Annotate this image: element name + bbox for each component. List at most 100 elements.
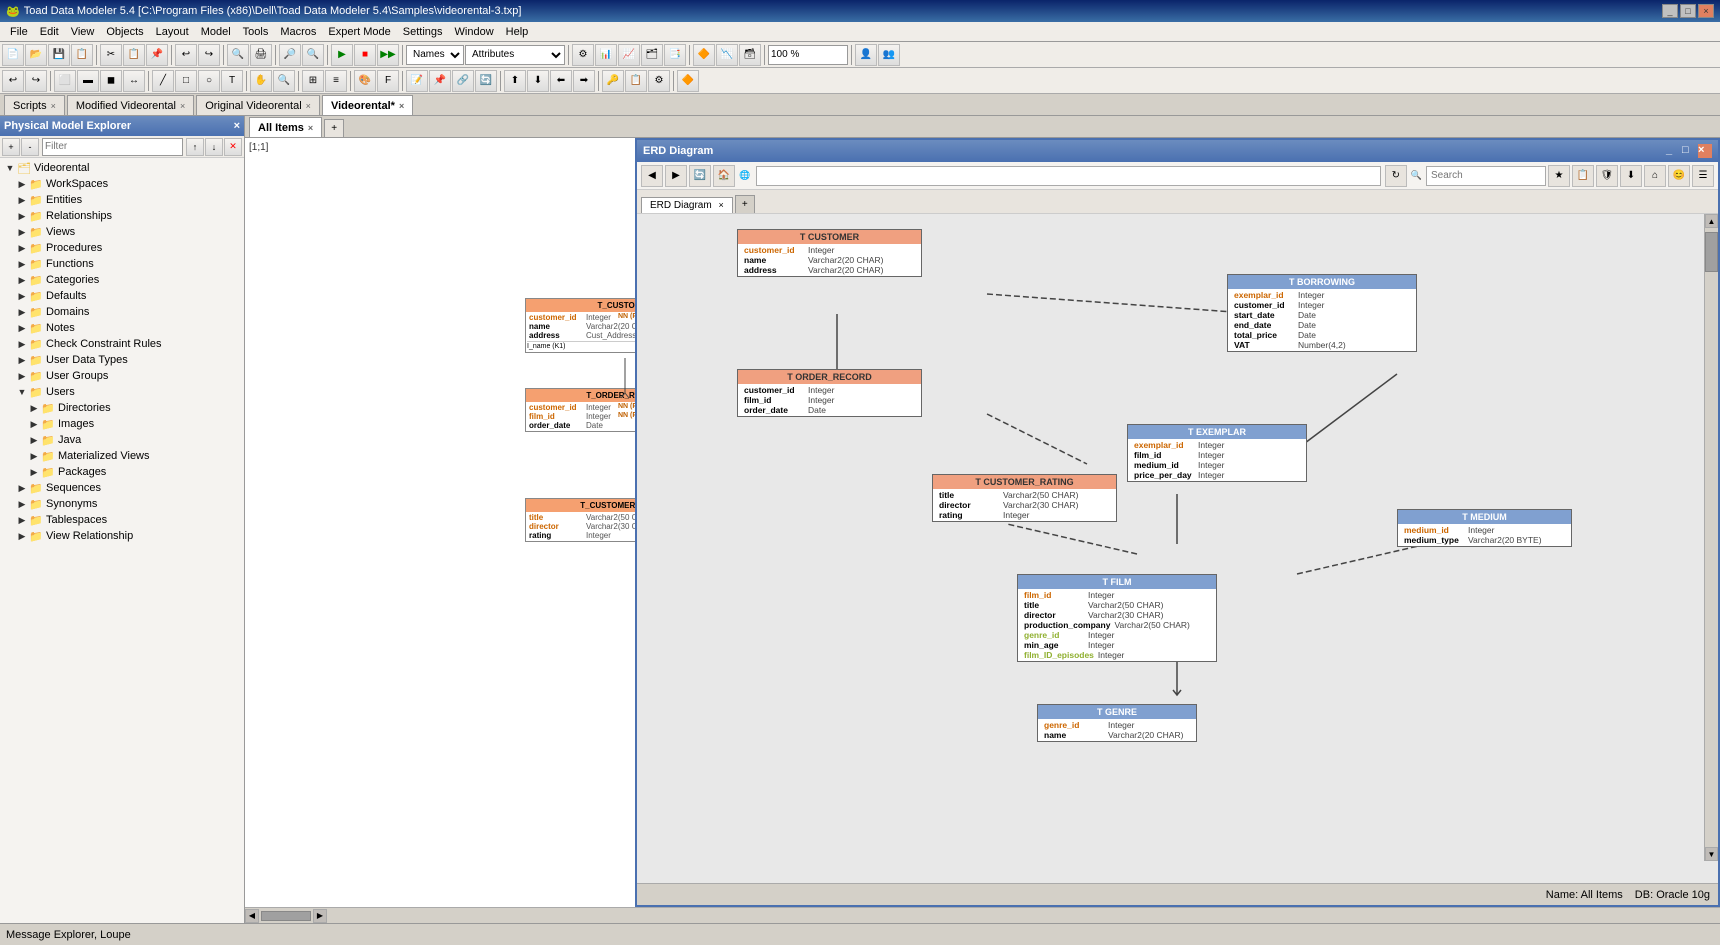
tb-b3[interactable]: 🗂: [641, 44, 663, 66]
tree-item-views[interactable]: ▶ 📁 Views: [0, 224, 244, 240]
tb-find[interactable]: 🔍: [227, 44, 249, 66]
tb-b4[interactable]: 📑: [664, 44, 686, 66]
erd-tab-add[interactable]: +: [735, 195, 755, 213]
tb2-select[interactable]: ⬜: [54, 70, 76, 92]
tb2-text[interactable]: T: [221, 70, 243, 92]
tb2-more3[interactable]: 🔄: [475, 70, 497, 92]
tree-item-users[interactable]: ▼ 📁 Users: [0, 384, 244, 400]
tab-original[interactable]: Original Videorental ×: [196, 95, 320, 115]
tb-new[interactable]: 📄: [2, 44, 24, 66]
panel-sort-desc[interactable]: ↓: [205, 138, 223, 156]
erd-window-controls[interactable]: _ □ ×: [1666, 144, 1712, 158]
tb-b6[interactable]: 📉: [716, 44, 738, 66]
minimize-button[interactable]: _: [1662, 4, 1678, 18]
erd-nav-refresh[interactable]: 🔄: [689, 165, 711, 187]
tree-item-defaults[interactable]: ▶ 📁 Defaults: [0, 288, 244, 304]
erd-maximize-btn[interactable]: □: [1682, 144, 1696, 158]
tree-item-check-constraint[interactable]: ▶ 📁 Check Constraint Rules: [0, 336, 244, 352]
tb-paste[interactable]: 📌: [146, 44, 168, 66]
menu-layout[interactable]: Layout: [150, 24, 195, 40]
diagram-tab-allitems[interactable]: All Items ×: [249, 117, 322, 137]
erd-download[interactable]: ⬇: [1620, 165, 1642, 187]
tree-toggle-tablespaces[interactable]: ▶: [16, 515, 28, 526]
tb-zoom-in[interactable]: 🔎: [279, 44, 301, 66]
canvas-hscrollbar[interactable]: ◀ ▶: [245, 907, 1720, 923]
menu-help[interactable]: Help: [500, 24, 535, 40]
erd-url-go[interactable]: ↻: [1385, 165, 1407, 187]
tab-original-close[interactable]: ×: [306, 101, 311, 111]
tree-item-tablespaces[interactable]: ▶ 📁 Tablespaces: [0, 512, 244, 528]
tree-item-domains[interactable]: ▶ 📁 Domains: [0, 304, 244, 320]
tree-toggle-user-data-types[interactable]: ▶: [16, 355, 28, 366]
tb2-more10[interactable]: ⚙: [648, 70, 670, 92]
tab-modified[interactable]: Modified Videorental ×: [67, 95, 194, 115]
tab-videorental-close[interactable]: ×: [399, 101, 404, 111]
tb-user2[interactable]: 👥: [878, 44, 900, 66]
tb-stop[interactable]: ■: [354, 44, 376, 66]
erd-scroll-up[interactable]: ▲: [1705, 214, 1718, 228]
panel-sort-asc[interactable]: ↑: [186, 138, 204, 156]
tree-toggle-materialized-views[interactable]: ▶: [28, 451, 40, 462]
tab-modified-close[interactable]: ×: [180, 101, 185, 111]
tb2-more8[interactable]: 🔑: [602, 70, 624, 92]
tree-item-synonyms[interactable]: ▶ 📁 Synonyms: [0, 496, 244, 512]
panel-clear-btn[interactable]: ✕: [224, 138, 242, 156]
tb2-more7[interactable]: ➡: [573, 70, 595, 92]
erd-bookmark-list[interactable]: 📋: [1572, 165, 1594, 187]
tree-toggle-java[interactable]: ▶: [28, 435, 40, 446]
erd-user-icon[interactable]: 😊: [1668, 165, 1690, 187]
tb-run[interactable]: ▶: [331, 44, 353, 66]
tree-item-notes[interactable]: ▶ 📁 Notes: [0, 320, 244, 336]
tb2-b2[interactable]: ↪: [25, 70, 47, 92]
tree-item-images[interactable]: ▶ 📁 Images: [0, 416, 244, 432]
tree-toggle-domains[interactable]: ▶: [16, 307, 28, 318]
tb-zoom-out[interactable]: 🔍: [302, 44, 324, 66]
tb2-rel[interactable]: ↔: [123, 70, 145, 92]
panel-collapse-btn[interactable]: -: [21, 138, 39, 156]
menu-window[interactable]: Window: [449, 24, 500, 40]
tree-item-packages[interactable]: ▶ 📁 Packages: [0, 464, 244, 480]
tree-item-workspaces[interactable]: ▶ 📁 WorkSpaces: [0, 176, 244, 192]
tb2-grid[interactable]: ⊞: [302, 70, 324, 92]
tree-item-sequences[interactable]: ▶ 📁 Sequences: [0, 480, 244, 496]
tree-toggle-defaults[interactable]: ▶: [16, 291, 28, 302]
erd-menu-btn[interactable]: ☰: [1692, 165, 1714, 187]
tb-copy[interactable]: 📋: [123, 44, 145, 66]
menu-expertmode[interactable]: Expert Mode: [322, 24, 396, 40]
tree-toggle-synonyms[interactable]: ▶: [16, 499, 28, 510]
menu-edit[interactable]: Edit: [34, 24, 65, 40]
erd-tab-diagram[interactable]: ERD Diagram ×: [641, 197, 733, 213]
tree-item-user-data-types[interactable]: ▶ 📁 User Data Types: [0, 352, 244, 368]
tree-toggle-relationships[interactable]: ▶: [16, 211, 28, 222]
tree-toggle-entities[interactable]: ▶: [16, 195, 28, 206]
panel-close-button[interactable]: ×: [234, 120, 240, 132]
tb2-ellipse[interactable]: ○: [198, 70, 220, 92]
erd-vscrollbar[interactable]: ▲ ▼: [1704, 214, 1718, 861]
tb2-more11[interactable]: 🔶: [677, 70, 699, 92]
tb2-more2[interactable]: 🔗: [452, 70, 474, 92]
tb2-line[interactable]: ╱: [152, 70, 174, 92]
erd-nav-forward[interactable]: ▶: [665, 165, 687, 187]
menu-view[interactable]: View: [65, 24, 101, 40]
tb-save[interactable]: 💾: [48, 44, 70, 66]
tree-item-directories[interactable]: ▶ 📁 Directories: [0, 400, 244, 416]
tb2-more4[interactable]: ⬆: [504, 70, 526, 92]
tree-toggle-root[interactable]: ▼: [4, 163, 16, 173]
tree-item-relationships[interactable]: ▶ 📁 Relationships: [0, 208, 244, 224]
attributes-select[interactable]: Attributes: [465, 45, 565, 65]
tb2-more9[interactable]: 📋: [625, 70, 647, 92]
tb-undo[interactable]: ↩: [175, 44, 197, 66]
tree-toggle-workspaces[interactable]: ▶: [16, 179, 28, 190]
tree-item-view-relationship[interactable]: ▶ 📁 View Relationship: [0, 528, 244, 544]
erd-scroll-track[interactable]: [1705, 228, 1718, 847]
tree-item-functions[interactable]: ▶ 📁 Functions: [0, 256, 244, 272]
tb2-font[interactable]: F: [377, 70, 399, 92]
menu-file[interactable]: File: [4, 24, 34, 40]
tb2-rect[interactable]: □: [175, 70, 197, 92]
tb2-color[interactable]: 🎨: [354, 70, 376, 92]
canvas-hscroll-thumb[interactable]: [261, 911, 311, 921]
diagram-tab-add[interactable]: +: [324, 119, 344, 137]
tb-save-all[interactable]: 📋: [71, 44, 93, 66]
tb2-b1[interactable]: ↩: [2, 70, 24, 92]
tb-b7[interactable]: 🗃: [739, 44, 761, 66]
